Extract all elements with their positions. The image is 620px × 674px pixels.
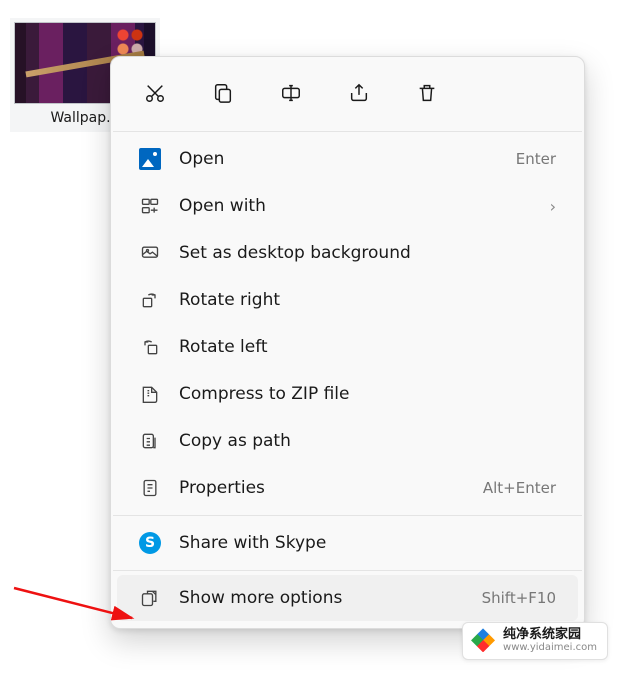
rotate-right-icon: [139, 289, 161, 311]
copy-icon: [212, 82, 234, 104]
menu-item-open-with[interactable]: Open with ›: [117, 183, 578, 229]
menu-item-label: Share with Skype: [179, 533, 556, 553]
menu-item-copy-path[interactable]: Copy as path: [117, 418, 578, 464]
site-watermark: 纯净系统家园 www.yidaimei.com: [462, 622, 608, 660]
share-button[interactable]: [339, 73, 379, 113]
context-menu: Open Enter Open with › Set as desktop ba…: [110, 56, 585, 629]
desktop-background-icon: [139, 242, 161, 264]
share-icon: [348, 82, 370, 104]
menu-item-label: Properties: [179, 478, 465, 498]
menu-item-shortcut: Shift+F10: [482, 589, 556, 607]
watermark-url: www.yidaimei.com: [503, 642, 597, 653]
menu-item-label: Rotate right: [179, 290, 556, 310]
menu-item-show-more-options[interactable]: Show more options Shift+F10: [117, 575, 578, 621]
menu-divider: [113, 570, 582, 571]
menu-item-label: Show more options: [179, 588, 464, 608]
menu-divider: [113, 515, 582, 516]
menu-item-label: Open with: [179, 196, 526, 216]
delete-button[interactable]: [407, 73, 447, 113]
rename-button[interactable]: [271, 73, 311, 113]
menu-item-rotate-left[interactable]: Rotate left: [117, 324, 578, 370]
menu-item-share-skype[interactable]: Share with Skype: [117, 520, 578, 566]
watermark-logo-icon: [471, 628, 495, 652]
quick-action-row: [111, 57, 584, 127]
open-with-icon: [139, 195, 161, 217]
copy-button[interactable]: [203, 73, 243, 113]
menu-item-rotate-right[interactable]: Rotate right: [117, 277, 578, 323]
rename-icon: [280, 82, 302, 104]
cut-button[interactable]: [135, 73, 175, 113]
photos-icon: [139, 148, 161, 170]
trash-icon: [416, 82, 438, 104]
properties-icon: [139, 477, 161, 499]
menu-item-set-background[interactable]: Set as desktop background: [117, 230, 578, 276]
menu-item-properties[interactable]: Properties Alt+Enter: [117, 465, 578, 511]
scissors-icon: [144, 82, 166, 104]
menu-item-label: Set as desktop background: [179, 243, 556, 263]
menu-item-label: Rotate left: [179, 337, 556, 357]
menu-item-shortcut: Alt+Enter: [483, 479, 556, 497]
watermark-title: 纯净系统家园: [503, 628, 597, 642]
menu-item-shortcut: Enter: [516, 150, 556, 168]
menu-item-compress-zip[interactable]: Compress to ZIP file: [117, 371, 578, 417]
menu-item-label: Open: [179, 149, 498, 169]
menu-item-open[interactable]: Open Enter: [117, 136, 578, 182]
menu-item-label: Copy as path: [179, 431, 556, 451]
copy-path-icon: [139, 430, 161, 452]
skype-icon: [139, 532, 161, 554]
menu-item-label: Compress to ZIP file: [179, 384, 556, 404]
more-options-icon: [139, 587, 161, 609]
menu-divider: [113, 131, 582, 132]
zip-icon: [139, 383, 161, 405]
chevron-right-icon: ›: [544, 197, 556, 216]
rotate-left-icon: [139, 336, 161, 358]
